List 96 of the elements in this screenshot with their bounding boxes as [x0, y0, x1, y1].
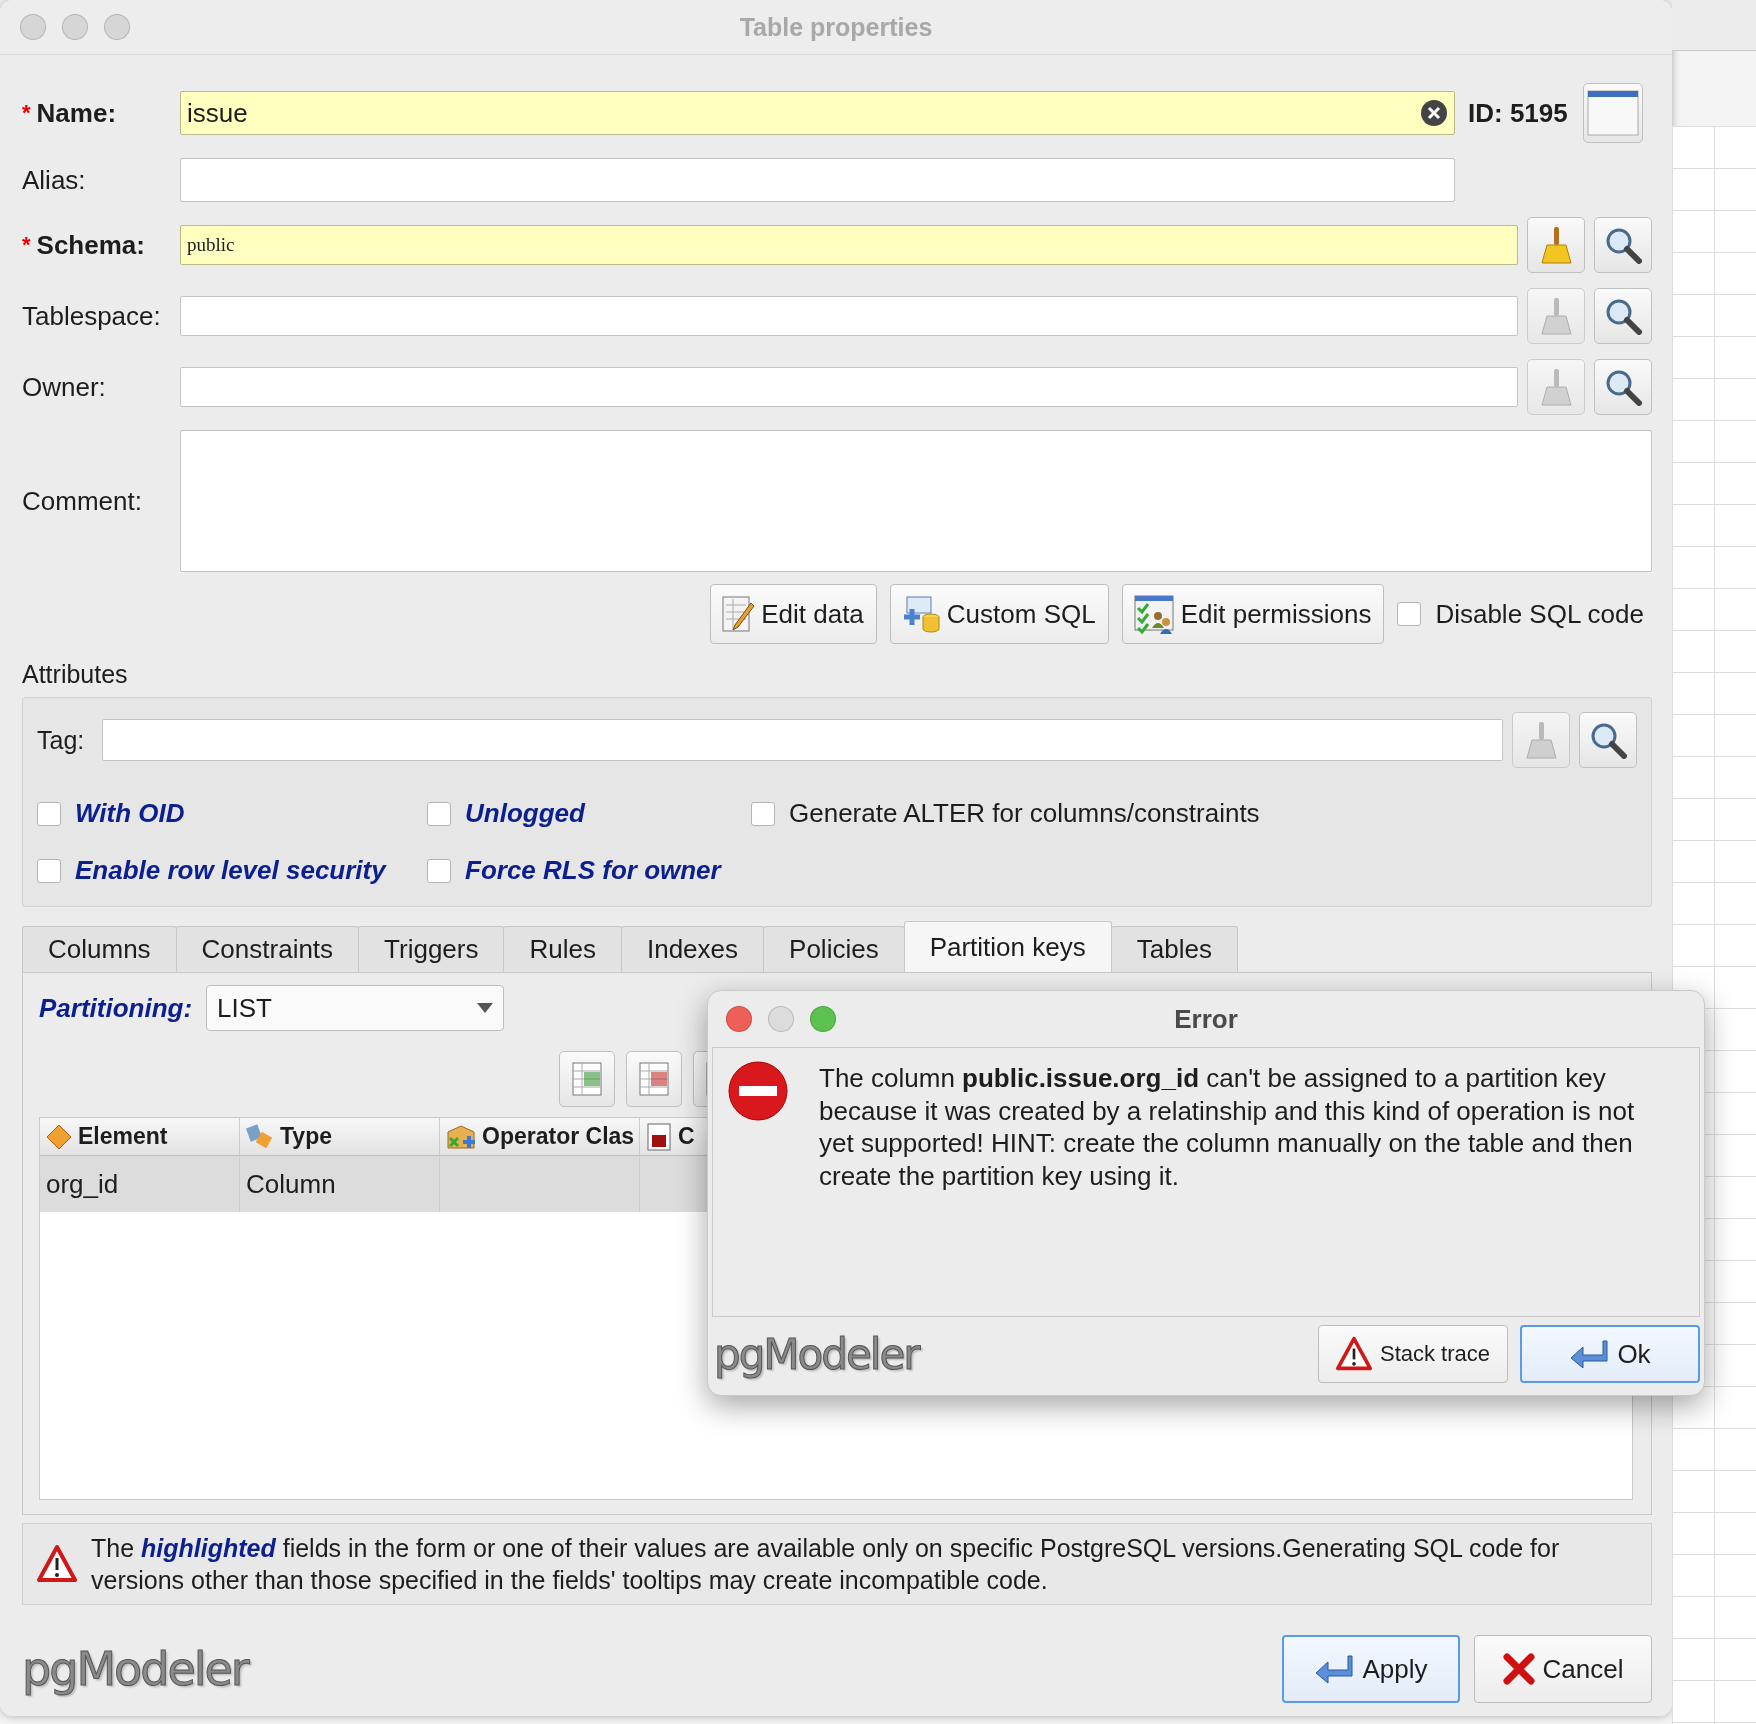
column-header[interactable]: Operator Clas	[440, 1118, 640, 1156]
column-header[interactable]: Element	[40, 1118, 240, 1156]
search-button[interactable]	[1579, 712, 1637, 768]
partitioning-dropdown[interactable]: LIST	[206, 985, 505, 1031]
group-title: Attributes	[22, 660, 129, 689]
tab[interactable]: Columns	[22, 926, 177, 972]
enter-arrow-icon	[1314, 1654, 1355, 1684]
checkbox[interactable]	[427, 801, 451, 826]
checkbox-label: With OID	[75, 798, 185, 829]
window-control[interactable]	[768, 1006, 794, 1032]
close-icon	[1502, 1653, 1535, 1685]
picker-field[interactable]	[180, 296, 1518, 336]
shapes-icon	[246, 1123, 274, 1150]
picker-field[interactable]: public	[180, 225, 1518, 265]
dialog-button[interactable]: Ok	[1520, 1325, 1700, 1383]
broom-icon	[1539, 296, 1573, 336]
checkbox[interactable]	[37, 858, 61, 883]
label-text: Name:	[36, 97, 117, 129]
alias-field[interactable]	[180, 158, 1455, 202]
id-label: ID: 5195	[1468, 97, 1568, 129]
name-field[interactable]: issue	[180, 91, 1455, 135]
label-text: Tablespace:	[22, 300, 161, 332]
broom-icon	[1539, 225, 1573, 265]
tab[interactable]: Partition keys	[903, 921, 1112, 972]
table-cell: org_id	[40, 1156, 240, 1212]
dialog-title: Error	[1173, 1003, 1239, 1035]
tag-field[interactable]	[102, 719, 1503, 761]
grid-button[interactable]	[626, 1051, 682, 1107]
warning-icon	[37, 1544, 77, 1584]
table-cell: Column	[240, 1156, 440, 1212]
enter-arrow-icon	[1569, 1339, 1610, 1369]
window-button[interactable]	[1582, 83, 1643, 143]
dialog-button[interactable]: Apply	[1282, 1635, 1460, 1703]
tab[interactable]: Constraints	[175, 926, 360, 972]
comment-field[interactable]	[180, 430, 1652, 572]
window-control[interactable]	[810, 1006, 836, 1032]
logo: pgModeler	[714, 1329, 919, 1379]
checkbox-label: Generate ALTER for columns/constraints	[789, 798, 1260, 829]
checkbox[interactable]	[37, 801, 61, 826]
checkbox-label: Enable row level security	[75, 855, 386, 886]
tab[interactable]: Policies	[763, 926, 905, 972]
dialog-button[interactable]: Cancel	[1474, 1635, 1652, 1703]
search-button[interactable]	[1594, 217, 1652, 273]
tab[interactable]: Indexes	[620, 926, 765, 972]
checkbox-label: Disable SQL code	[1435, 598, 1644, 630]
picker-field[interactable]	[180, 367, 1518, 407]
document-icon	[646, 1122, 672, 1151]
action-button[interactable]: Edit permissions	[1121, 584, 1385, 644]
action-button[interactable]: Edit data	[710, 584, 877, 644]
window-control[interactable]	[62, 14, 88, 40]
logo: pgModeler	[22, 1642, 248, 1696]
caret-icon	[477, 1003, 494, 1013]
label-text: Comment:	[22, 485, 142, 517]
warning-icon	[1335, 1336, 1372, 1372]
window-title: Table properties	[738, 12, 934, 42]
window-control[interactable]	[726, 1006, 752, 1032]
checkbox-label: Force RLS for owner	[465, 855, 721, 886]
checkbox[interactable]	[1397, 602, 1422, 626]
grid-button[interactable]	[559, 1051, 615, 1107]
clear-icon	[1420, 99, 1448, 127]
checkbox-label: Unlogged	[465, 798, 585, 829]
tab[interactable]: Tables	[1110, 926, 1238, 972]
checkbox[interactable]	[427, 858, 451, 883]
box-plus-icon	[446, 1123, 476, 1150]
search-icon	[1604, 297, 1642, 335]
broom-icon	[1524, 720, 1558, 760]
tab[interactable]: Triggers	[358, 926, 505, 972]
window-control[interactable]	[20, 14, 46, 40]
column-header[interactable]: Type	[240, 1118, 440, 1156]
checklist-users-icon	[1132, 594, 1175, 634]
error-message: The column public.issue.org_id can't be assigned to a partition key because it was created by a relatinship and this kind of operation is not yet supported! HINT: create the column manually on the table and then create the partition key using it.	[819, 1062, 1636, 1193]
clear-button[interactable]	[1527, 217, 1585, 273]
checkbox[interactable]	[751, 801, 775, 826]
required-mark: *	[22, 100, 31, 126]
search-icon	[1604, 368, 1642, 406]
grid-icon	[639, 1062, 669, 1096]
required-mark: *	[22, 232, 31, 258]
diamond-icon	[46, 1123, 72, 1150]
search-icon	[1589, 721, 1627, 759]
partitioning-label: Partitioning:	[39, 992, 193, 1024]
spreadsheet-pencil-icon	[721, 595, 756, 633]
stop-icon	[727, 1060, 789, 1122]
tab[interactable]: Rules	[503, 926, 622, 972]
action-button[interactable]: Custom SQL	[889, 584, 1109, 644]
broom-icon	[1539, 367, 1573, 407]
dialog-button[interactable]: Stack trace	[1318, 1325, 1508, 1383]
search-icon	[1604, 226, 1642, 264]
label-text: Owner:	[22, 371, 106, 403]
notice-text: The highlighted fields in the form or one of their values are available only on specific PostgreSQL versions.Generating SQL code for versions other than those specified in the fields' tooltips may create incompatible code.	[91, 1533, 1561, 1596]
grid-icon	[572, 1062, 602, 1096]
search-button[interactable]	[1594, 288, 1652, 344]
label-text: Schema:	[36, 229, 145, 261]
search-button[interactable]	[1594, 359, 1652, 415]
label-text: Alias:	[22, 164, 86, 196]
window-control[interactable]	[104, 14, 130, 40]
tag-label: Tag:	[37, 725, 86, 755]
